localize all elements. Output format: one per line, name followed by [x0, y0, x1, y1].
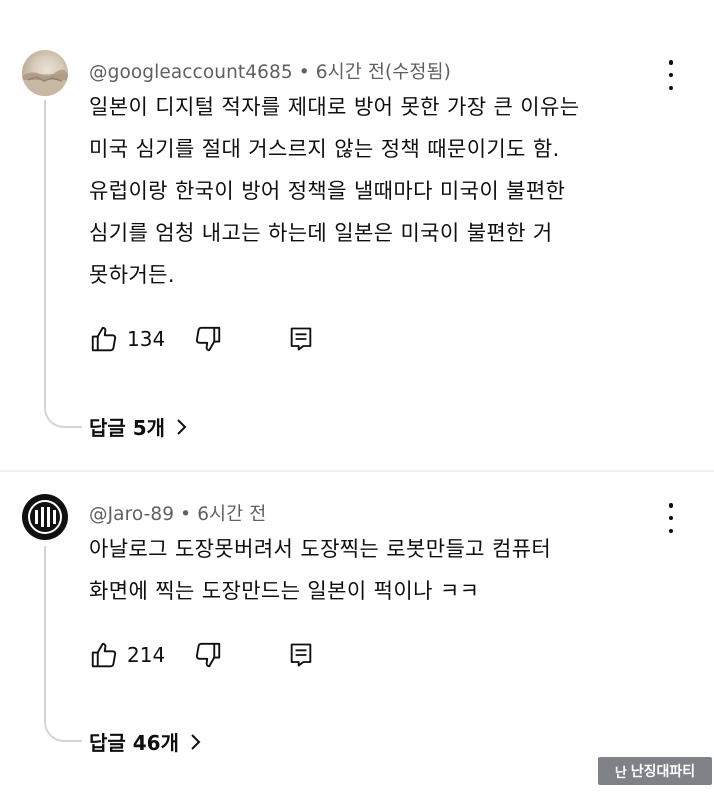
comment-text: 아날로그 도장못버려서 도장찍는 로봇만들고 컴퓨터 화면에 찍는 도장만드는 …: [89, 528, 669, 612]
thread-connector: [44, 714, 82, 742]
comment-2: @Jaro-89 • 6시간 전 아날로그 도장못버려서 도장찍는 로봇만들고 컴퓨…: [0, 0, 714, 801]
like-button[interactable]: 214: [89, 640, 165, 670]
replies-label: 답글 46개: [89, 731, 179, 755]
view-replies-button[interactable]: 답글 46개: [89, 727, 203, 756]
like-count: 214: [127, 643, 166, 667]
author-name[interactable]: @Jaro-89: [89, 504, 174, 525]
comment-time: 6시간 전: [197, 504, 267, 525]
site-watermark: 난 난징대파티: [598, 757, 712, 785]
meta-separator: •: [180, 504, 192, 525]
watermark-text: 난징대파티: [630, 764, 696, 780]
thread-line: [44, 546, 46, 714]
black-logo-avatar-icon[interactable]: [22, 494, 68, 540]
comment-meta: @Jaro-89 • 6시간 전: [89, 500, 266, 526]
comment-actions: 214: [89, 640, 329, 670]
comment-line: 화면에 찍는 도장만드는 일본이 퍽이나 ㅋㅋ: [89, 579, 480, 603]
watermark-logo: 난: [614, 765, 627, 781]
comment-line: 아날로그 도장못버려서 도장찍는 로봇만들고 컴퓨터: [89, 537, 552, 561]
thumbs-up-icon: [91, 642, 117, 668]
dislike-button[interactable]: [193, 640, 223, 670]
reply-button[interactable]: [287, 640, 315, 670]
chevron-right-icon: [191, 733, 201, 750]
reply-icon: [290, 643, 312, 667]
thumbs-down-icon: [195, 642, 221, 668]
